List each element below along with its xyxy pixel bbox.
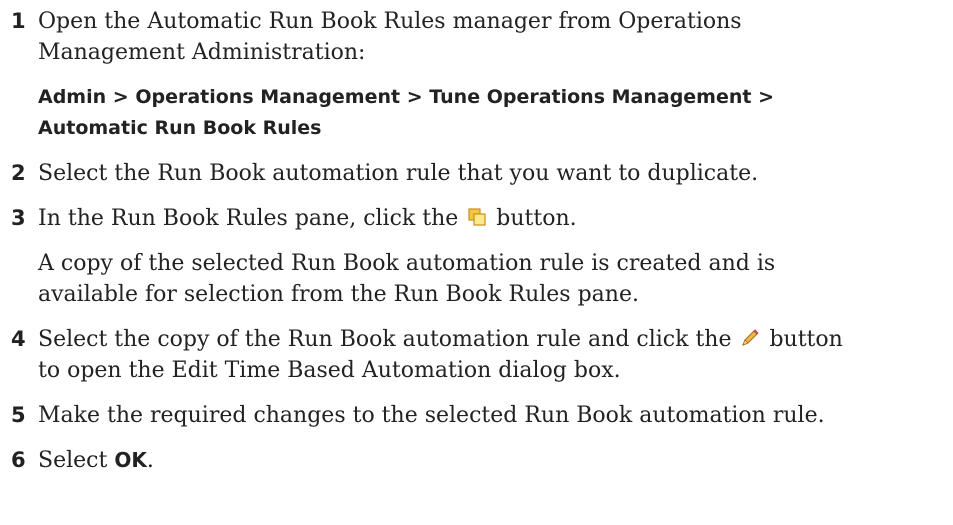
step-4: 4 Select the copy of the Run Book automa… <box>8 324 938 386</box>
step-number: 1 <box>11 9 26 33</box>
note-line1: A copy of the selected Run Book automati… <box>38 251 776 276</box>
step-text-after: button <box>762 327 843 352</box>
step-text: Select the Run Book automation rule that… <box>38 161 759 186</box>
procedure-steps: 1 Open the Automatic Run Book Rules mana… <box>8 6 938 476</box>
step-3-note: A copy of the selected Run Book automati… <box>8 248 938 310</box>
edit-pencil-icon <box>740 326 760 346</box>
step-6: 6 Select OK. <box>8 445 938 476</box>
path-operations-management: Operations Management <box>135 86 401 108</box>
step-number: 4 <box>11 327 26 351</box>
step-text-line2: to open the Edit Time Based Automation d… <box>38 358 621 383</box>
step-2: 2 Select the Run Book automation rule th… <box>8 158 938 189</box>
note-line2: available for selection from the Run Boo… <box>38 282 639 307</box>
path-admin: Admin <box>38 86 107 108</box>
duplicate-icon <box>467 205 487 226</box>
step-1: 1 Open the Automatic Run Book Rules mana… <box>8 6 938 68</box>
ok-label: OK <box>114 448 147 472</box>
step-text-line2: Management Administration: <box>38 40 366 65</box>
step-number: 5 <box>11 403 26 427</box>
step-text-after: . <box>146 448 154 473</box>
step-number: 6 <box>11 448 26 472</box>
step-3: 3 In the Run Book Rules pane, click the … <box>8 203 938 234</box>
path-automatic-run-book-rules: Automatic Run Book Rules <box>38 117 322 139</box>
step-text-line1: Open the Automatic Run Book Rules manage… <box>38 9 742 34</box>
step-text-before: In the Run Book Rules pane, click the <box>38 206 466 231</box>
step-text-before: Select <box>38 448 115 473</box>
step-text-after: button. <box>489 206 577 231</box>
step-5: 5 Make the required changes to the selec… <box>8 400 938 431</box>
path-separator: > <box>106 86 136 108</box>
step-number: 2 <box>11 161 26 185</box>
step-number: 3 <box>11 206 26 230</box>
path-tune-operations-management: Tune Operations Management <box>429 86 752 108</box>
path-separator: > <box>751 86 775 108</box>
menu-path: Admin > Operations Management > Tune Ope… <box>8 82 938 144</box>
step-text: Make the required changes to the selecte… <box>38 403 825 428</box>
path-separator: > <box>400 86 430 108</box>
step-text-before: Select the copy of the Run Book automati… <box>38 327 739 352</box>
